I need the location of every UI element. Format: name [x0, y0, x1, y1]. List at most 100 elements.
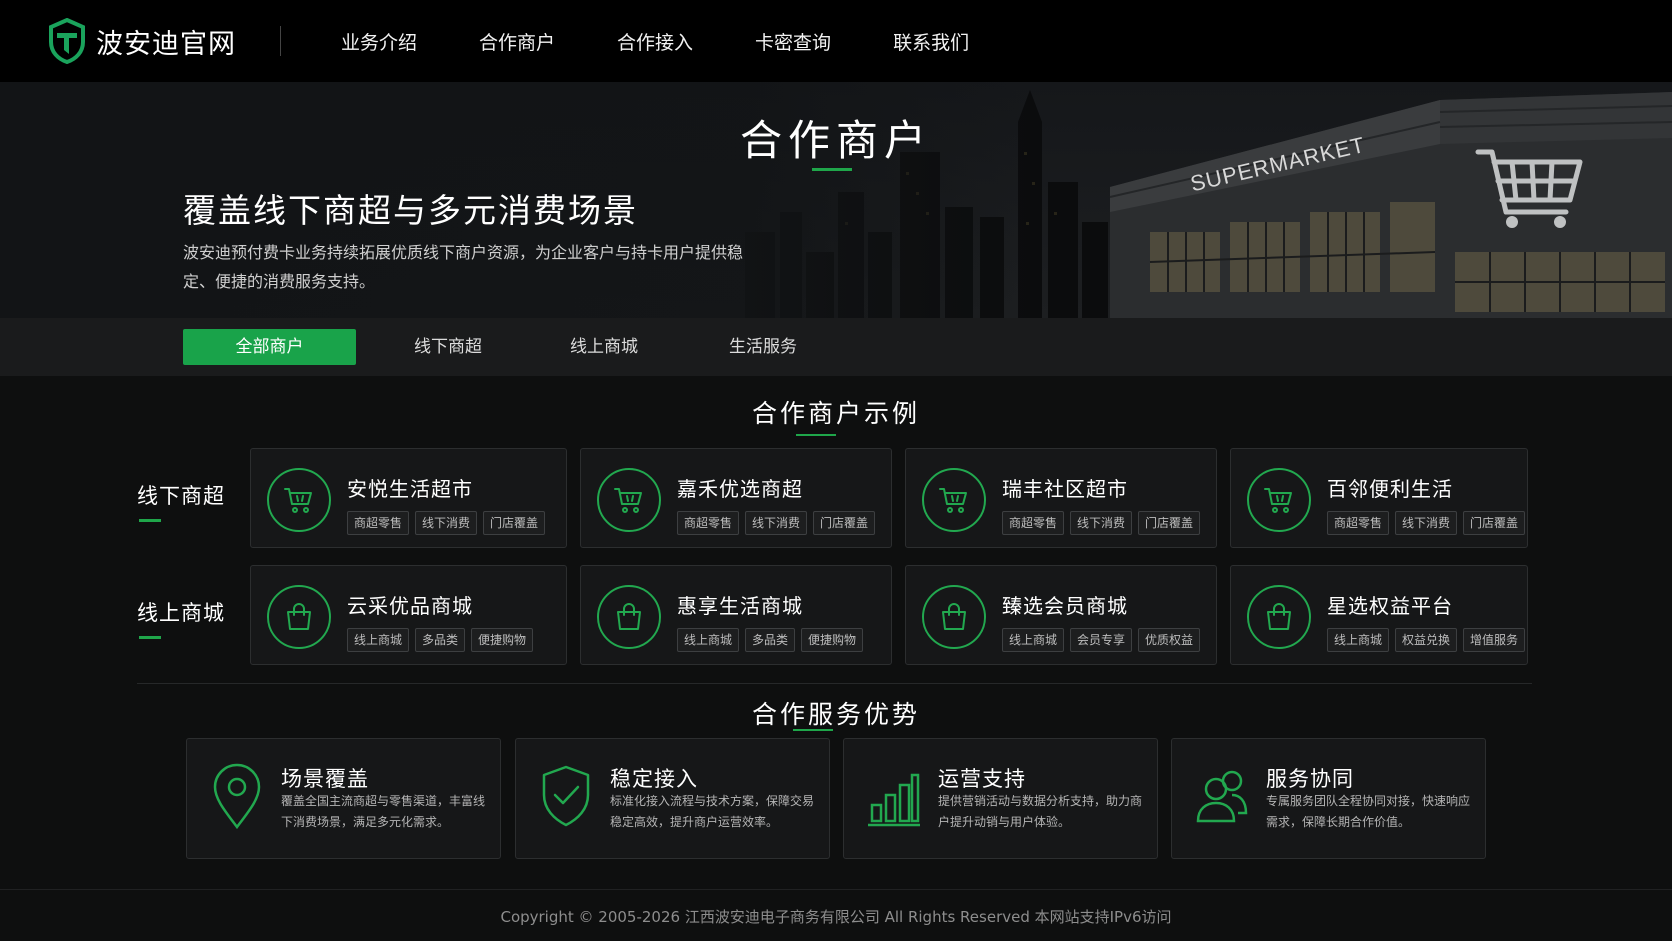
- merchant-tag: 权益兑换: [1395, 628, 1458, 652]
- brand-logo[interactable]: 波安迪官网: [48, 18, 236, 64]
- merchant-tag: 多品类: [415, 628, 466, 652]
- tab-all-merchants[interactable]: 全部商户: [183, 329, 356, 365]
- advantage-section-underline: [793, 729, 833, 731]
- merchant-tag: 线下消费: [745, 511, 808, 535]
- shopping-cart-icon: [267, 468, 331, 532]
- merchant-tags: 线上商城 多品类 便捷购物: [677, 628, 869, 652]
- advantage-title: 运营支持: [938, 767, 1026, 791]
- merchant-tag: 线下消费: [1070, 511, 1133, 535]
- merchant-tags: 线上商城 权益兑换 增值服务: [1327, 628, 1531, 652]
- footer-copyright: Copyright © 2005-2026 江西波安迪电子商务有限公司 All …: [500, 908, 1172, 926]
- shopping-cart-icon: [922, 468, 986, 532]
- merchant-section-title: 合作商户示例: [751, 399, 920, 428]
- tab-life-service[interactable]: 生活服务: [713, 329, 813, 365]
- bar-chart-icon: [868, 773, 920, 827]
- merchant-tag: 便捷购物: [471, 628, 534, 652]
- nav-item-merchants[interactable]: 合作商户: [479, 28, 555, 55]
- merchant-name: 嘉禾优选商超: [677, 477, 803, 501]
- shield-check-icon: [542, 765, 590, 827]
- merchant-tag: 优质权益: [1138, 628, 1201, 652]
- row-underline: [139, 636, 161, 639]
- advantage-title: 场景覆盖: [281, 767, 369, 791]
- advantage-card: 稳定接入 标准化接入流程与技术方案，保障交易稳定高效，提升商户运营效率。: [515, 738, 830, 859]
- shopping-bag-icon: [1247, 585, 1311, 649]
- hero-description: 波安迪预付费卡业务持续拓展优质线下商户资源，为企业客户与持卡用户提供稳定、便捷的…: [183, 243, 744, 291]
- merchant-tag: 门店覆盖: [813, 511, 876, 535]
- merchant-card[interactable]: 嘉禾优选商超 商超零售 线下消费 门店覆盖: [580, 448, 892, 548]
- merchant-name: 瑞丰社区超市: [1002, 477, 1128, 501]
- merchant-tag: 线上商城: [677, 628, 740, 652]
- merchant-tags: 线上商城 多品类 便捷购物: [347, 628, 539, 652]
- row-label-offline: 线下商超: [137, 484, 225, 508]
- brand-name: 波安迪官网: [96, 28, 236, 60]
- merchant-tag: 门店覆盖: [1463, 511, 1526, 535]
- category-tab-bar: 全部商户 线下商超 线上商城 生活服务: [0, 318, 1672, 376]
- merchant-tag: 便捷购物: [801, 628, 864, 652]
- merchant-name: 星选权益平台: [1327, 594, 1453, 618]
- merchant-tag: 多品类: [745, 628, 796, 652]
- merchant-tags: 商超零售 线下消费 门店覆盖: [1327, 511, 1531, 535]
- merchant-name: 百邻便利生活: [1327, 477, 1453, 501]
- advantage-title: 稳定接入: [610, 767, 698, 791]
- merchant-tag: 增值服务: [1463, 628, 1526, 652]
- merchant-name: 安悦生活超市: [347, 477, 473, 501]
- hero-banner: SUPERMARKET 合作商户 覆盖线下商超与多元消费场景 波安迪预付费卡业务…: [0, 82, 1672, 318]
- hero-subtitle: 覆盖线下商超与多元消费场景: [183, 191, 638, 230]
- section-divider: [137, 683, 1532, 684]
- location-pin-icon: [213, 763, 261, 830]
- main-nav: 业务介绍 合作商户 合作接入 卡密查询 联系我们: [341, 0, 1031, 82]
- shopping-bag-icon: [267, 585, 331, 649]
- row-underline: [139, 519, 161, 522]
- merchant-name: 云采优品商城: [347, 594, 473, 618]
- footer-divider: [0, 889, 1672, 890]
- merchant-tag: 会员专享: [1070, 628, 1133, 652]
- advantage-card: 场景覆盖 覆盖全国主流商超与零售渠道，丰富线下消费场景，满足多元化需求。: [186, 738, 501, 859]
- merchant-tags: 商超零售 线下消费 门店覆盖: [1002, 511, 1206, 535]
- merchant-tag: 门店覆盖: [1138, 511, 1201, 535]
- merchant-tag: 商超零售: [677, 511, 740, 535]
- nav-item-card-query[interactable]: 卡密查询: [755, 28, 831, 55]
- advantage-description: 覆盖全国主流商超与零售渠道，丰富线下消费场景，满足多元化需求。: [281, 794, 486, 829]
- title-underline: [812, 168, 852, 171]
- shopping-bag-icon: [922, 585, 986, 649]
- merchant-tag: 门店覆盖: [483, 511, 546, 535]
- merchant-tag: 商超零售: [1327, 511, 1390, 535]
- merchant-card[interactable]: 云采优品商城 线上商城 多品类 便捷购物: [250, 565, 567, 665]
- merchant-card[interactable]: 星选权益平台 线上商城 权益兑换 增值服务: [1230, 565, 1528, 665]
- tab-offline-supermarket[interactable]: 线下商超: [398, 329, 498, 365]
- merchant-tags: 线上商城 会员专享 优质权益: [1002, 628, 1206, 652]
- merchant-tag: 商超零售: [347, 511, 410, 535]
- advantage-description: 标准化接入流程与技术方案，保障交易稳定高效，提升商户运营效率。: [610, 794, 815, 829]
- team-users-icon: [1196, 770, 1248, 823]
- merchant-tag: 线上商城: [1002, 628, 1065, 652]
- row-label-online: 线上商城: [137, 601, 225, 625]
- merchant-card[interactable]: 安悦生活超市 商超零售 线下消费 门店覆盖: [250, 448, 567, 548]
- merchant-tag: 线下消费: [415, 511, 478, 535]
- merchant-tag: 线上商城: [1327, 628, 1390, 652]
- top-navigation-bar: 波安迪官网 业务介绍 合作商户 合作接入 卡密查询 联系我们: [0, 0, 1672, 82]
- merchant-tag: 线上商城: [347, 628, 410, 652]
- merchant-card[interactable]: 瑞丰社区超市 商超零售 线下消费 门店覆盖: [905, 448, 1217, 548]
- merchant-card[interactable]: 惠享生活商城 线上商城 多品类 便捷购物: [580, 565, 892, 665]
- nav-item-access[interactable]: 合作接入: [617, 28, 693, 55]
- shopping-cart-icon: [1247, 468, 1311, 532]
- nav-item-contact[interactable]: 联系我们: [893, 28, 969, 55]
- merchant-card[interactable]: 臻选会员商城 线上商城 会员专享 优质权益: [905, 565, 1217, 665]
- page-title: 合作商户: [739, 116, 932, 165]
- advantage-section-title: 合作服务优势: [751, 700, 920, 729]
- logo-separator: [280, 26, 281, 56]
- tab-online-mall[interactable]: 线上商城: [554, 329, 654, 365]
- nav-item-business[interactable]: 业务介绍: [341, 28, 417, 55]
- advantage-card: 运营支持 提供营销活动与数据分析支持，助力商户提升动销与用户体验。: [843, 738, 1158, 859]
- merchant-tags: 商超零售 线下消费 门店覆盖: [677, 511, 881, 535]
- advantage-card: 服务协同 专属服务团队全程协同对接，快速响应需求，保障长期合作价值。: [1171, 738, 1486, 859]
- merchant-section-underline: [796, 434, 836, 436]
- shopping-cart-icon: [597, 468, 661, 532]
- merchant-name: 惠享生活商城: [677, 594, 803, 618]
- advantage-title: 服务协同: [1266, 767, 1354, 791]
- merchant-card[interactable]: 百邻便利生活 商超零售 线下消费 门店覆盖: [1230, 448, 1528, 548]
- merchant-tag: 商超零售: [1002, 511, 1065, 535]
- advantage-description: 提供营销活动与数据分析支持，助力商户提升动销与用户体验。: [938, 794, 1143, 829]
- advantage-description: 专属服务团队全程协同对接，快速响应需求，保障长期合作价值。: [1266, 794, 1471, 829]
- shopping-bag-icon: [597, 585, 661, 649]
